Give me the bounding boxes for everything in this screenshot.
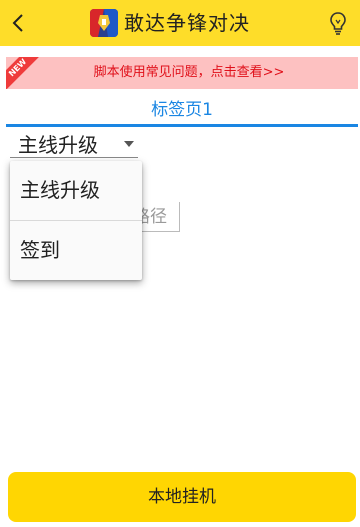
mode-dropdown-menu: 主线升级 签到 — [10, 161, 142, 280]
page-title: 敢达争锋对决 — [124, 11, 250, 35]
back-button[interactable] — [6, 9, 32, 37]
game-icon — [90, 9, 118, 37]
faq-notice-text: 脚本使用常见问题，点击查看>> — [93, 65, 285, 80]
dropdown-option-checkin[interactable]: 签到 — [10, 221, 142, 279]
app-screen: 敢达争锋对决 NEW 脚本使用常见问题，点击查看>> 标签页1 主线升级 路径 … — [0, 0, 360, 527]
mode-select-value: 主线升级 — [18, 133, 98, 157]
tab-indicator — [6, 124, 358, 127]
select-underline — [10, 157, 138, 158]
chevron-left-icon — [12, 14, 23, 32]
faq-notice-banner[interactable]: NEW 脚本使用常见问题，点击查看>> — [6, 57, 358, 89]
dropdown-arrow-icon — [124, 141, 134, 147]
help-button[interactable] — [326, 10, 350, 36]
mode-select[interactable]: 主线升级 — [10, 130, 138, 160]
tab-page-1[interactable]: 标签页1 — [6, 96, 358, 124]
dropdown-option-main-upgrade[interactable]: 主线升级 — [10, 161, 142, 219]
local-run-button[interactable]: 本地挂机 — [8, 472, 356, 522]
top-bar: 敢达争锋对决 — [0, 0, 360, 46]
lightbulb-icon — [330, 12, 346, 35]
